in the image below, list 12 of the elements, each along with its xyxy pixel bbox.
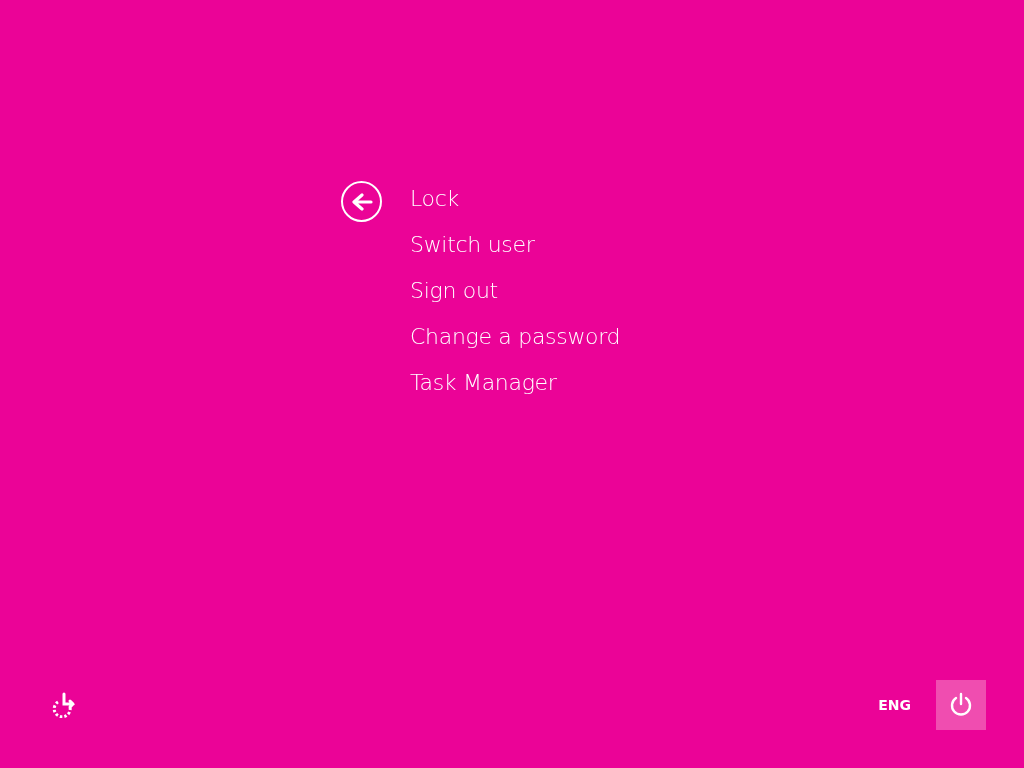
menu-item[interactable]: Task Manager — [410, 360, 621, 406]
menu-item[interactable]: Switch user — [410, 222, 621, 268]
back-button[interactable] — [341, 181, 382, 222]
ease-of-access-icon — [51, 692, 77, 718]
power-button[interactable] — [936, 680, 986, 730]
back-arrow-icon — [350, 192, 373, 211]
language-indicator[interactable]: ENG — [878, 694, 911, 716]
menu-item[interactable]: Change a password — [410, 314, 621, 360]
menu-item[interactable]: Sign out — [410, 268, 621, 314]
menu-item[interactable]: Lock — [410, 176, 621, 222]
ease-of-access-button[interactable] — [50, 691, 78, 719]
power-icon — [948, 692, 974, 718]
